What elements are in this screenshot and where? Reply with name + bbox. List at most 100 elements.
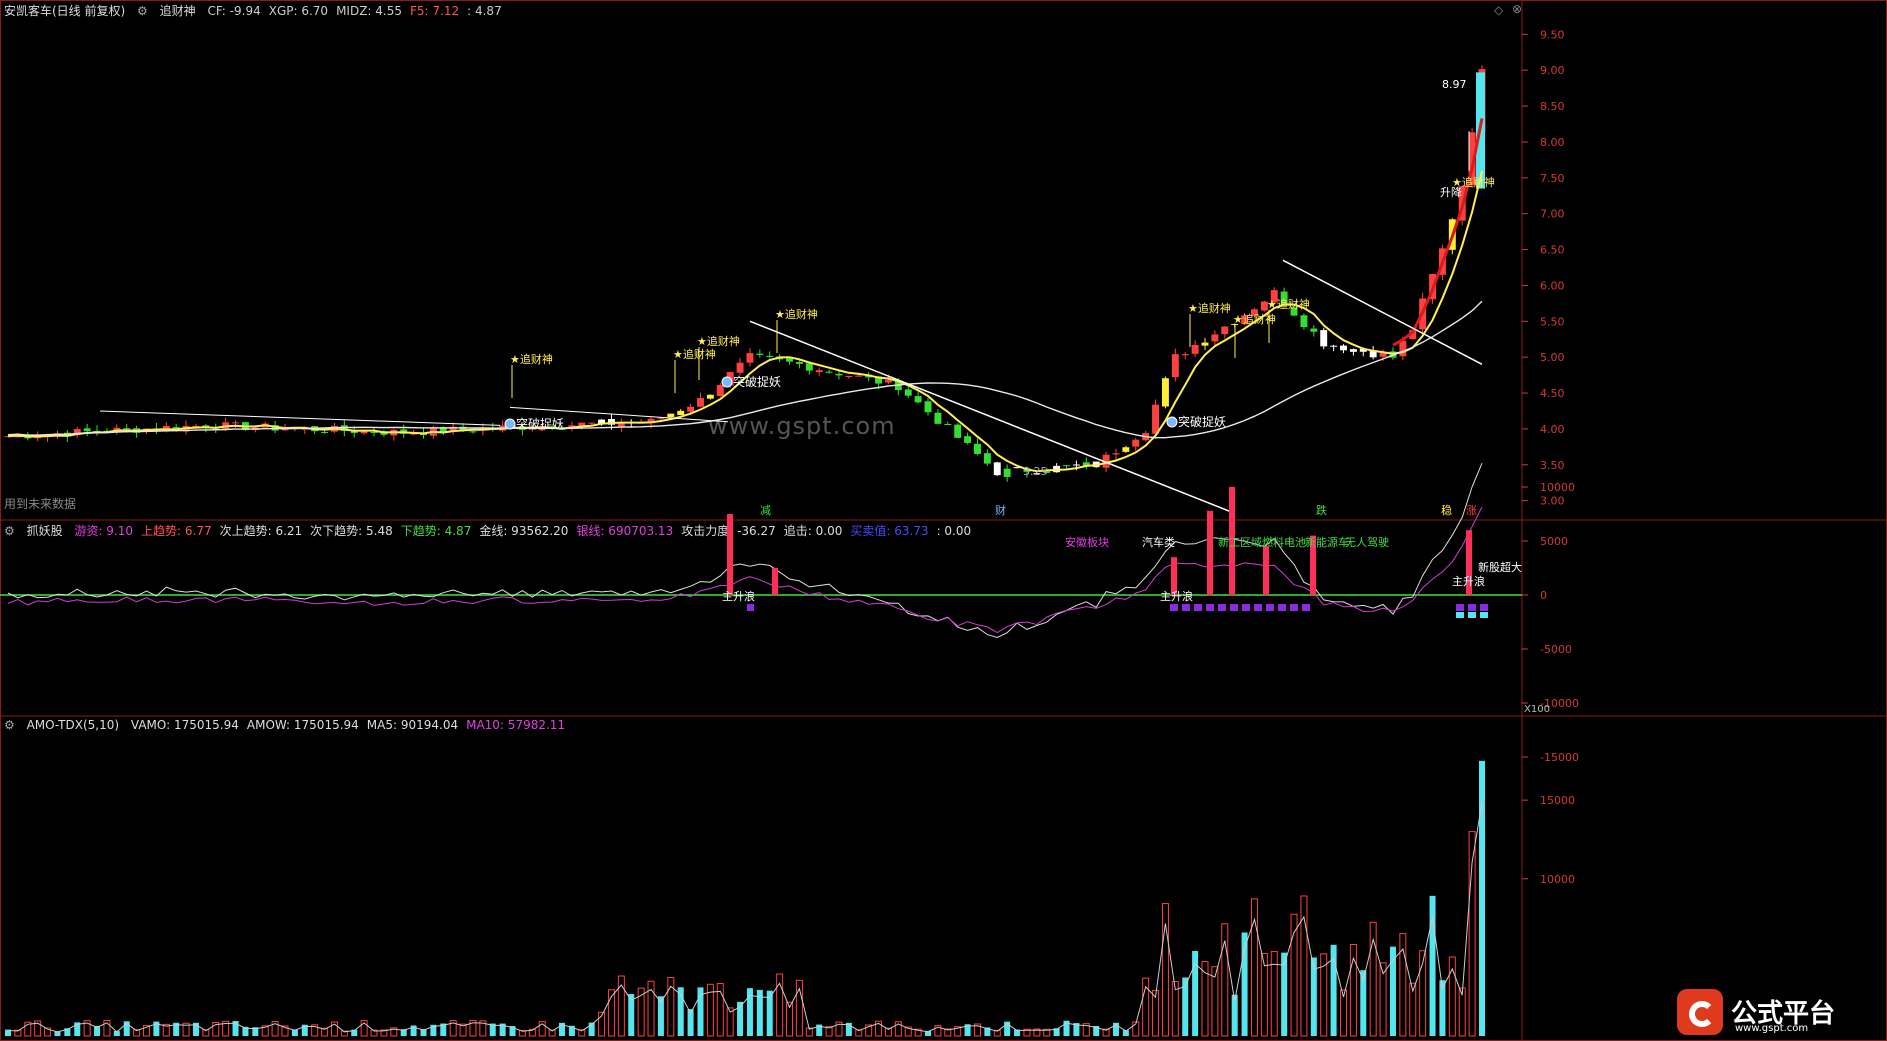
sector-tag: 新能源车 bbox=[1305, 535, 1349, 549]
candle-body bbox=[588, 422, 596, 424]
candle-body bbox=[706, 394, 714, 399]
bottom-tag: 财 bbox=[995, 503, 1006, 517]
candle-body bbox=[974, 443, 981, 454]
sub1-ytick-label: 5000 bbox=[1540, 535, 1568, 548]
candle-body bbox=[1181, 354, 1189, 356]
candle-body bbox=[1300, 315, 1308, 328]
candle-body bbox=[1340, 345, 1347, 351]
candle-body bbox=[1201, 342, 1209, 346]
sector-tag: 燃料电池 bbox=[1262, 535, 1306, 549]
sub1-cyan-block bbox=[1456, 612, 1464, 618]
candle-body bbox=[232, 422, 239, 424]
candle-body bbox=[1171, 354, 1179, 378]
sub1-ytick-label: 0 bbox=[1540, 589, 1547, 602]
candle-body bbox=[835, 373, 843, 376]
sub1-purple-block bbox=[1182, 604, 1190, 611]
low-price-label: 3.25 bbox=[1023, 465, 1048, 478]
candle-body bbox=[1063, 465, 1070, 467]
candle-body bbox=[825, 371, 833, 373]
sector-tag: 新工区域 bbox=[1218, 535, 1262, 549]
sub1-purple-block bbox=[1254, 604, 1262, 611]
candle-body bbox=[1122, 447, 1130, 452]
candle-body bbox=[697, 398, 704, 407]
sub1-purple-block bbox=[1278, 604, 1286, 611]
zhuicaishen-label: ★追财神 bbox=[1267, 297, 1310, 311]
tupo-label: 突破捉妖 bbox=[1178, 414, 1226, 429]
sub1-purple-block bbox=[1456, 604, 1464, 611]
sub1-purple-block bbox=[1266, 604, 1274, 611]
zhusheng-label: 主升浪 bbox=[1160, 589, 1193, 603]
tupo-marker bbox=[721, 376, 733, 388]
candle-body bbox=[795, 361, 803, 364]
xingu-label: 新股超大 bbox=[1478, 560, 1522, 574]
candle-body bbox=[964, 436, 972, 443]
tupo-marker bbox=[1166, 416, 1178, 428]
main-ytick-label: 6.00 bbox=[1540, 279, 1565, 292]
candle-body bbox=[954, 424, 962, 438]
sector-tag: 安徽板块 bbox=[1065, 535, 1109, 549]
main-ytick-label: 6.50 bbox=[1540, 244, 1565, 257]
candle-body bbox=[855, 375, 863, 377]
sub1-purple-block bbox=[1290, 604, 1298, 611]
candle-body bbox=[983, 453, 991, 464]
sub1-silver-line bbox=[7, 506, 1483, 634]
sub1-cyan-block bbox=[1468, 612, 1476, 618]
tupo-label: 突破捉妖 bbox=[733, 374, 781, 389]
bottom-tag: 稳 bbox=[1441, 503, 1452, 517]
sub1-cyan-block bbox=[1480, 612, 1488, 618]
sub1-purple-block bbox=[1170, 604, 1178, 611]
zhusheng-label: 主升浪 bbox=[722, 589, 755, 603]
zhuicaishen-label: ★追财神 bbox=[1188, 301, 1231, 315]
main-ytick-label: 9.50 bbox=[1540, 28, 1565, 41]
candle-body bbox=[1152, 404, 1160, 434]
sub1-purple-block bbox=[1206, 604, 1214, 611]
sub1-purple-block bbox=[1218, 604, 1226, 611]
zhusheng-label-2: 主升浪 bbox=[1452, 574, 1485, 588]
candle-body bbox=[805, 363, 813, 371]
candle-body bbox=[924, 401, 932, 413]
candle-body bbox=[1003, 468, 1011, 477]
candle-body bbox=[83, 428, 91, 432]
logo-sub: www.gspt.com bbox=[1735, 1023, 1809, 1034]
main-ytick-label: 7.50 bbox=[1540, 172, 1565, 185]
candle-body bbox=[993, 462, 1001, 476]
trendline-flat-1 bbox=[99, 410, 501, 426]
main-ytick-label: 8.00 bbox=[1540, 136, 1565, 149]
tupo-marker bbox=[504, 418, 516, 430]
sub1-red-bar bbox=[1207, 510, 1213, 595]
sub2-ytick-label: 15000 bbox=[1540, 794, 1575, 807]
chart-canvas[interactable]: 9.50 9.00 8.50 8.00 7.50 7.00 6.50 6.00 5.50 5.00… bbox=[0, 0, 1887, 1041]
candle-body bbox=[1191, 344, 1199, 354]
sub1-purple-block bbox=[1194, 604, 1202, 611]
zhuicaishen-label: ★追财神 bbox=[697, 334, 740, 348]
candle-body bbox=[1211, 334, 1219, 342]
sub2-ytick-label: 10000 bbox=[1540, 873, 1575, 886]
sub1-gold-line bbox=[7, 463, 1483, 639]
candle-body bbox=[1399, 340, 1407, 357]
candle-body bbox=[914, 396, 922, 403]
candle-body bbox=[1310, 328, 1318, 332]
bottom-tag: 跌 bbox=[1316, 503, 1327, 517]
candle-body bbox=[1161, 378, 1169, 407]
bottom-tag: 减 bbox=[760, 504, 771, 517]
candle-body bbox=[370, 431, 378, 433]
tupo-label: 突破捉妖 bbox=[516, 416, 564, 431]
candle-body bbox=[716, 384, 724, 397]
candle-body bbox=[736, 362, 744, 373]
sub1-purple-block bbox=[747, 604, 754, 611]
main-ytick-label: 9.00 bbox=[1540, 64, 1565, 77]
zhuicaishen-label: ★追财神 bbox=[775, 307, 818, 321]
candle-body bbox=[845, 376, 853, 378]
sector-tag: 无人驾驶 bbox=[1345, 535, 1389, 549]
candle-body bbox=[1112, 453, 1120, 455]
high-price-label: 8.97 bbox=[1442, 78, 1467, 91]
candle-body bbox=[123, 428, 131, 430]
main-ytick-label: 5.00 bbox=[1540, 351, 1565, 364]
candle-body bbox=[677, 410, 685, 416]
sub1-ytick-label: 10000 bbox=[1540, 481, 1575, 494]
main-ytick-label: 5.50 bbox=[1540, 315, 1565, 328]
candle-body bbox=[667, 413, 675, 418]
sub1-red-bar bbox=[772, 568, 778, 595]
candle-body bbox=[815, 370, 823, 373]
zhuicaishen-label: ★追财神 bbox=[510, 352, 553, 366]
